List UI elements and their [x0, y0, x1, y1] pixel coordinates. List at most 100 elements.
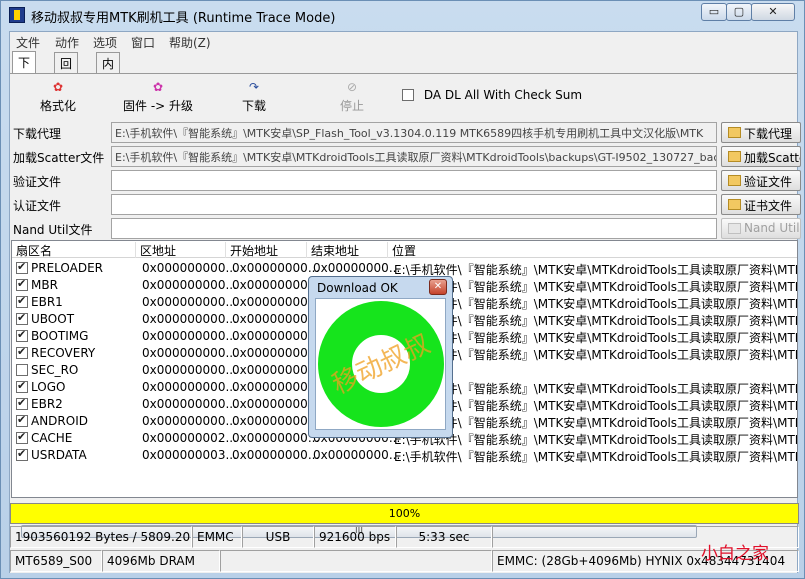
partition-name: LOGO: [31, 380, 66, 394]
begin-address: 0x00000000...: [232, 312, 320, 326]
scatter-browse-button[interactable]: 加载Scatter: [721, 146, 801, 167]
file-location: E:\手机软件\『智能系统』\MTK安卓\MTKdroidTools工具读取原厂…: [394, 450, 798, 464]
col-begin-address[interactable]: 开始地址: [226, 242, 307, 258]
menu-window[interactable]: 窗口: [131, 34, 155, 51]
menu-bar: 文件 动作 选项 窗口 帮助(Z): [10, 32, 797, 51]
end-address: 0x00000000...: [313, 448, 401, 462]
checksum-checkbox[interactable]: [402, 89, 414, 101]
menu-action[interactable]: 动作: [55, 34, 79, 51]
begin-address: 0x00000000...: [232, 448, 320, 462]
partition-checkbox[interactable]: [16, 379, 28, 393]
status-dram: 4096Mb DRAM: [102, 550, 220, 572]
app-logo-icon: [9, 7, 25, 23]
checksum-label: DA DL All With Check Sum: [423, 88, 583, 102]
begin-address: 0x00000000...: [232, 431, 320, 445]
cert-browse-button[interactable]: 证书文件: [721, 194, 801, 215]
table-row[interactable]: PRELOADER0x000000000...0x00000000...0x00…: [12, 259, 797, 277]
auth-row: 验证文件 验证文件: [10, 170, 801, 192]
download-arrow-icon: ↷: [248, 80, 260, 94]
col-location[interactable]: 位置: [388, 242, 797, 258]
partition-checkbox[interactable]: [16, 447, 28, 461]
partition-name: BOOTIMG: [31, 329, 89, 343]
begin-address: 0x00000000...: [232, 414, 320, 428]
stop-label: 停止: [340, 99, 365, 113]
auth-browse-button[interactable]: 验证文件: [721, 170, 801, 191]
cert-path-field[interactable]: [111, 194, 717, 215]
menu-help[interactable]: 帮助(Z): [169, 34, 211, 51]
region-address: 0x000000003...: [142, 448, 237, 462]
folder-icon: [728, 151, 741, 162]
begin-address: 0x00000000...: [232, 380, 320, 394]
begin-address: 0x00000000...: [232, 363, 320, 377]
partition-checkbox[interactable]: [16, 396, 28, 410]
partition-checkbox[interactable]: [16, 430, 28, 444]
maximize-button[interactable]: ▢: [726, 3, 752, 21]
da-label: 下载代理: [13, 127, 62, 141]
da-row: 下载代理 E:\手机软件\『智能系统』\MTK安卓\SP_Flash_Tool_…: [10, 122, 801, 144]
firmware-upgrade-button[interactable]: ✿ 固件 -> 升级: [123, 80, 193, 114]
tab-memory-test[interactable]: 内存测试: [96, 52, 121, 122]
partition-cell: EBR2: [16, 396, 63, 411]
partition-checkbox[interactable]: [16, 277, 28, 291]
region-address: 0x000000002...: [142, 431, 237, 445]
table-row[interactable]: USRDATA0x000000003...0x00000000...0x0000…: [12, 446, 798, 464]
partition-checkbox[interactable]: [16, 311, 28, 325]
col-partition-name[interactable]: 扇区名: [12, 242, 136, 258]
watermark-text: 小白之家: [701, 544, 769, 564]
partition-cell: RECOVERY: [16, 345, 95, 360]
da-browse-button[interactable]: 下载代理: [721, 122, 801, 143]
dialog-close-button[interactable]: ✕: [429, 279, 447, 295]
partition-name: EBR2: [31, 397, 63, 411]
region-address: 0x000000000...: [142, 329, 237, 343]
nand-path-field[interactable]: [111, 218, 717, 239]
folder-icon: [728, 175, 741, 186]
partition-checkbox[interactable]: [16, 328, 28, 342]
scatter-path-field[interactable]: E:\手机软件\『智能系统』\MTK安卓\MTKdroidTools工具读取原厂…: [111, 146, 717, 167]
region-address: 0x000000000...: [142, 261, 237, 275]
partition-name: CACHE: [31, 431, 73, 445]
close-button[interactable]: ✕: [751, 3, 795, 21]
menu-options[interactable]: 选项: [93, 34, 117, 51]
status-baud: 921600 bps: [314, 526, 396, 548]
stop-button[interactable]: ⊘ 停止: [340, 80, 364, 114]
region-address: 0x000000000...: [142, 312, 237, 326]
region-address: 0x000000000...: [142, 414, 237, 428]
format-button[interactable]: ✿ 格式化: [40, 80, 76, 114]
partition-cell: PRELOADER: [16, 260, 103, 275]
col-end-address[interactable]: 结束地址: [307, 242, 388, 258]
scatter-button-label: 加载Scatter: [744, 151, 800, 165]
partition-checkbox[interactable]: [16, 294, 28, 308]
tab-download[interactable]: 下载: [12, 51, 37, 87]
menu-file[interactable]: 文件: [16, 34, 40, 51]
col-region-address[interactable]: 区地址: [136, 242, 226, 258]
firmware-label: 固件 -> 升级: [123, 99, 194, 113]
table-header: 扇区名 区地址 开始地址 结束地址 位置: [12, 241, 797, 258]
nand-browse-button[interactable]: Nand Util: [721, 218, 801, 239]
region-address: 0x000000000...: [142, 397, 237, 411]
partition-cell: UBOOT: [16, 311, 74, 326]
partition-name: SEC_RO: [31, 363, 79, 377]
download-ok-dialog: Download OK ✕ 移动叔叔: [308, 276, 453, 438]
status-bar-1: 1903560192 Bytes / 5809.20 KI EMMC USB 9…: [10, 526, 799, 548]
tab-readback[interactable]: 回读: [54, 52, 79, 88]
partition-checkbox[interactable]: [16, 345, 28, 359]
begin-address: 0x00000000...: [232, 261, 320, 275]
end-address: 0x00000000...: [313, 261, 401, 275]
minimize-button[interactable]: ▭: [701, 3, 727, 21]
dialog-body: 移动叔叔: [315, 298, 446, 430]
partition-checkbox[interactable]: [16, 413, 28, 427]
partition-checkbox[interactable]: [16, 260, 28, 274]
window-title: 移动叔叔专用MTK刷机工具 (Runtime Trace Mode): [31, 11, 336, 26]
download-button[interactable]: ↷ 下载: [242, 80, 266, 114]
checksum-option[interactable]: DA DL All With Check Sum: [402, 88, 582, 102]
da-path-field[interactable]: E:\手机软件\『智能系统』\MTK安卓\SP_Flash_Tool_v3.13…: [111, 122, 717, 143]
progress-text: 100%: [388, 507, 421, 520]
region-address: 0x000000000...: [142, 346, 237, 360]
scatter-label: 加载Scatter文件: [13, 151, 105, 165]
auth-path-field[interactable]: [111, 170, 717, 191]
da-button-label: 下载代理: [744, 127, 793, 141]
partition-cell: EBR1: [16, 294, 63, 309]
auth-button-label: 验证文件: [744, 175, 793, 189]
partition-checkbox[interactable]: [16, 364, 28, 376]
nand-label: Nand Util文件: [13, 223, 93, 237]
